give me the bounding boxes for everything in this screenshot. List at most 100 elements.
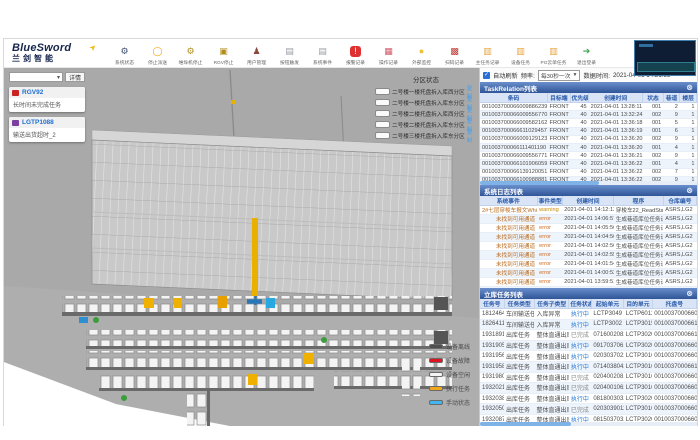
toolbar-button[interactable]: ⚙ 系统状态	[108, 41, 141, 66]
legend-label: 设备故障	[446, 356, 470, 365]
alert-card[interactable]: LGTP1088 输送出货超时_2	[9, 117, 85, 142]
toolbar-button[interactable]: ▩ 扫码记录	[438, 41, 471, 66]
h-scrollbar[interactable]	[480, 422, 697, 426]
alert-device-id: RGV92	[22, 89, 43, 96]
zone-copy-link[interactable]: 复制	[467, 128, 477, 144]
alert-card[interactable]: RGV92 长时间未完成任务	[9, 87, 85, 112]
alert-list: RGV92 长时间未完成任务 LGTP1088 输送出货超时_2	[9, 87, 85, 142]
zone-checkbox[interactable]	[375, 121, 390, 128]
zone-row: 二号楼二楼托盘拆入库东分区 复制	[375, 119, 477, 130]
zone-checkbox[interactable]	[375, 88, 390, 95]
details-button[interactable]: 详情	[65, 72, 85, 82]
freq-label: 频率:	[521, 71, 535, 80]
toolbar-icon: ⚙	[119, 46, 130, 57]
legend-swatch	[429, 400, 443, 405]
alert-description: 输送出货超时_2	[9, 128, 85, 142]
h-scrollbar[interactable]	[480, 181, 697, 185]
toolbar-label: 按钮触发	[274, 59, 305, 66]
toolbar-icon: ●	[416, 46, 427, 57]
toolbar-label: PG云单任务	[538, 59, 569, 66]
toolbar-button[interactable]: ➔ 退出登录	[570, 41, 603, 66]
toolbar-icon: ▤	[317, 46, 328, 57]
close-icon[interactable]: ⊗	[686, 290, 693, 298]
panel-header: 立库任务列表 ⊗	[480, 288, 697, 299]
toolbar-icon: ▦	[383, 46, 394, 57]
zone-row: 二号楼一楼托盘拆入库东分区 复制	[375, 97, 477, 108]
legend-swatch	[429, 386, 443, 391]
toolbar-button[interactable]: ♟ 用户管理	[240, 41, 273, 66]
zone-row: 二号楼一楼托盘拆入库西分区 复制	[375, 86, 477, 97]
toolbar-button[interactable]: ▣ RGV停止	[207, 41, 240, 66]
toolbar-button[interactable]: ⚙ 堆垛机停止	[174, 41, 207, 66]
toolbar-icon: ▥	[548, 46, 559, 57]
toolbar-button[interactable]: ▦ 操作记录	[372, 41, 405, 66]
device-state-legend: 设备离线 设备故障 设备空闲	[429, 339, 470, 409]
toolbar-icon: ➔	[581, 46, 592, 57]
toolbar-button[interactable]: ! 报警记录	[339, 41, 372, 66]
chevron-down-icon: ▾	[57, 74, 60, 81]
toolbar-icon: ▥	[515, 46, 526, 57]
legend-swatch	[429, 358, 443, 363]
toolbar-icon: ◯	[152, 46, 163, 57]
legend-swatch	[429, 372, 443, 377]
minimap-band	[637, 62, 695, 72]
alert-card-header: LGTP1088	[9, 117, 85, 128]
toolbar-label: 停止派送	[142, 59, 173, 66]
toolbar-button[interactable]: ▤ 系统事件	[306, 41, 339, 66]
panel-system-log: 系统日志列表 ⊗ 系统事件事件类型创建时间程序仓库编号2#七层穿梭车报文Whil…	[480, 185, 697, 288]
zone-label: 二号楼二楼托盘拆入库西分区	[392, 110, 465, 118]
minimap-thumbnail[interactable]	[634, 40, 696, 76]
app-window: BlueSword ➤ 兰剑智能 ⚙ 系统状态 ◯ 停止派送	[3, 38, 698, 426]
toolbar: BlueSword ➤ 兰剑智能 ⚙ 系统状态 ◯ 停止派送	[4, 39, 697, 68]
minimap-viewport-indicator	[639, 44, 653, 47]
alert-description: 长时间未完成任务	[9, 98, 85, 112]
task-relation-table[interactable]: 条码目标端优先级创建时间状态巷道楼层001003700066009886239F…	[480, 93, 697, 181]
toolbar-label: 堆垛机停止	[175, 59, 206, 66]
alert-device-id: LGTP1088	[22, 119, 54, 126]
freq-select[interactable]: 每30秒一次 ▼	[538, 70, 581, 81]
device-alert-panel: ▾ 详情 RGV92 长时间未完成任务	[9, 72, 85, 142]
toolbar-label: 设备任务	[505, 59, 536, 66]
legend-list: 设备离线 设备故障 设备空闲	[429, 339, 470, 409]
zone-checkbox[interactable]	[375, 132, 390, 139]
scrollbar-thumb[interactable]	[480, 422, 571, 426]
toolbar-icon: ▥	[482, 46, 493, 57]
toolbar-button[interactable]: ● 外部监控	[405, 41, 438, 66]
toolbar-icon: ▩	[449, 46, 460, 57]
toolbar-button[interactable]: ◯ 停止派送	[141, 41, 174, 66]
legend-label: 手动状态	[446, 398, 470, 407]
brand-logo: BlueSword ➤ 兰剑智能	[6, 43, 108, 63]
close-icon[interactable]: ⊗	[686, 84, 693, 92]
toolbar-label: 报警记录	[340, 59, 371, 66]
toolbar-buttons: ⚙ 系统状态 ◯ 停止派送 ⚙ 堆垛机停止 ▣	[108, 41, 695, 66]
toolbar-label: 主任务记录	[472, 59, 503, 66]
alert-card-header: RGV92	[9, 87, 85, 98]
zone-checkbox[interactable]	[375, 110, 390, 117]
device-alert-icon	[12, 120, 19, 126]
zone-label: 二号楼一楼托盘拆入库西分区	[392, 88, 465, 96]
legend-swatch	[429, 344, 443, 349]
close-icon[interactable]: ⊗	[686, 187, 693, 195]
zone-checkbox[interactable]	[375, 99, 390, 106]
panel-title: 立库任务列表	[484, 289, 523, 299]
freq-value: 每30秒一次	[541, 71, 571, 80]
legend-label: 设备离线	[446, 342, 470, 351]
warehouse-tasks-table[interactable]: 任务号任务类型任务子类型任务状态起始单元目的单元托盘号1812464车间输送任务…	[480, 299, 697, 422]
toolbar-button[interactable]: ▥ PG云单任务	[537, 41, 570, 66]
legend-label: 设备空闲	[446, 370, 470, 379]
device-filter-select[interactable]: ▾	[9, 72, 63, 82]
toolbar-button[interactable]: ▥ 设备任务	[504, 41, 537, 66]
data-panel: ✓ 自动刷新 频率: 每30秒一次 ▼ 数据时间: 2021-04-01 14:…	[479, 68, 697, 426]
toolbar-label: RGV停止	[208, 59, 239, 66]
toolbar-label: 用户管理	[241, 59, 272, 66]
toolbar-label: 系统状态	[109, 59, 140, 66]
viewport-3d[interactable]: ▾ 详情 RGV92 长时间未完成任务	[4, 68, 479, 426]
toolbar-button[interactable]: ▥ 主任务记录	[471, 41, 504, 66]
system-log-table[interactable]: 系统事件事件类型创建时间程序仓库编号2#七层穿梭车报文While循环:无法处理w…	[480, 196, 697, 288]
toolbar-button[interactable]: ▤ 按钮触发	[273, 41, 306, 66]
panel-header: TaskRelation列表 ⊗	[480, 82, 697, 93]
data-time-label: 数据时间:	[583, 71, 609, 80]
scrollbar-thumb[interactable]	[480, 181, 599, 185]
panel-title: 系统日志列表	[484, 186, 523, 196]
auto-refresh-checkbox[interactable]: ✓	[483, 72, 490, 79]
